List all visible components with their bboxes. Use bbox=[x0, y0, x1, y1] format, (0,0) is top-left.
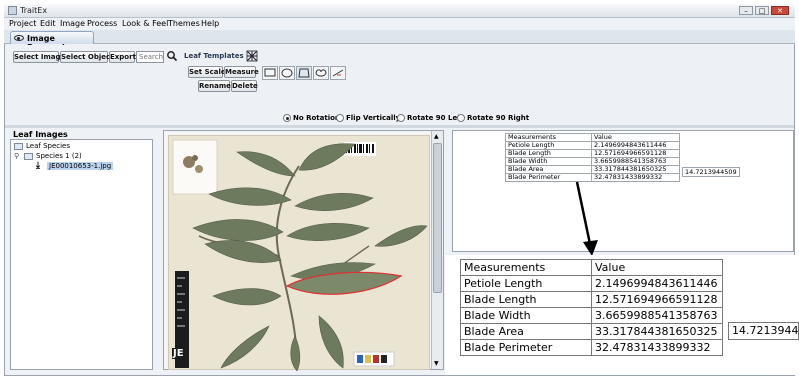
extra-value-cell-zoomed: 14.721394450 bbox=[728, 322, 799, 340]
table-cell: 33.317844381650325 bbox=[591, 323, 723, 340]
leaf-images-title: Leaf Images bbox=[13, 130, 68, 139]
radio-flip-vertically[interactable] bbox=[336, 114, 344, 122]
specimen-image[interactable] bbox=[168, 135, 430, 372]
folder-icon bbox=[14, 143, 23, 150]
app-icon bbox=[8, 6, 17, 15]
table-cell: Petiole Length bbox=[460, 275, 592, 292]
tree-expand-icon[interactable]: ⚲ bbox=[14, 152, 19, 160]
scrollbar-thumb[interactable] bbox=[433, 143, 442, 293]
select-object-button[interactable]: Select Object bbox=[60, 51, 113, 63]
scroll-down-icon[interactable]: ▼ bbox=[434, 360, 439, 367]
table-cell: 3.6659988541358763 bbox=[591, 307, 723, 324]
menu-help[interactable]: Help bbox=[201, 19, 219, 28]
leaf-icon: ⤓ bbox=[36, 161, 40, 171]
table-cell: Blade Perimeter bbox=[460, 339, 592, 356]
tree-species[interactable]: Species 1 (2) bbox=[36, 152, 82, 160]
table-cell: Blade Width bbox=[460, 307, 592, 324]
line-tool-icon[interactable] bbox=[330, 66, 346, 80]
table-header: Measurements bbox=[460, 259, 592, 276]
leaf-images-tree bbox=[10, 139, 153, 370]
radio-no-rotation-label: No Rotation bbox=[293, 114, 340, 122]
menu-edit[interactable]: Edit bbox=[40, 19, 56, 28]
table-cell: 2.1496994843611446 bbox=[591, 275, 723, 292]
template-grid-icon[interactable] bbox=[246, 50, 258, 62]
specimen-ruler-label: JE bbox=[172, 348, 185, 359]
menu-themes[interactable]: Themes bbox=[168, 19, 200, 28]
menu-bar: Project Edit Image Process Look & Feel T… bbox=[4, 18, 795, 30]
rename-button[interactable]: Rename bbox=[198, 80, 231, 92]
table-cell: Blade Length bbox=[460, 291, 592, 308]
menu-process[interactable]: Process bbox=[87, 19, 117, 28]
set-scale-button[interactable]: Set Scale bbox=[188, 66, 226, 78]
rectangle-tool-icon[interactable] bbox=[262, 66, 278, 80]
radio-rotate-90-left[interactable] bbox=[397, 114, 405, 122]
menu-image[interactable]: Image bbox=[60, 19, 85, 28]
radio-rotate-90-right-label: Rotate 90 Right bbox=[467, 114, 530, 122]
minimize-button[interactable]: – bbox=[739, 6, 753, 15]
radio-flip-vertically-label: Flip Vertically bbox=[346, 114, 401, 122]
extra-value-cell: 14.7213944509 bbox=[682, 167, 740, 177]
radio-no-rotation[interactable] bbox=[283, 114, 291, 122]
tree-root[interactable]: Leaf Species bbox=[26, 142, 70, 150]
maximize-button[interactable]: □ bbox=[755, 6, 769, 15]
radio-rotate-90-left-label: Rotate 90 Left bbox=[407, 114, 464, 122]
arrow-icon bbox=[575, 181, 598, 256]
table-cell: 12.571694966591128 bbox=[591, 291, 723, 308]
measure-button[interactable]: Measure bbox=[224, 66, 259, 78]
eye-icon bbox=[14, 35, 24, 41]
tab-image-processing[interactable]: Image Processing bbox=[10, 31, 94, 52]
table-header: Value bbox=[591, 259, 723, 276]
splitter[interactable] bbox=[5, 125, 794, 128]
measurements-table-zoomed: Measurements Value Petiole Length 2.149699… bbox=[460, 259, 723, 356]
image-scrollbar[interactable]: ▲ ▼ bbox=[431, 131, 443, 369]
radio-rotate-90-right[interactable] bbox=[457, 114, 465, 122]
delete-button[interactable]: Delete bbox=[231, 80, 258, 92]
close-button[interactable]: ✕ bbox=[771, 6, 789, 15]
polygon-tool-icon[interactable] bbox=[296, 66, 312, 80]
select-image-button[interactable]: Select Image bbox=[13, 51, 65, 63]
ellipse-tool-icon[interactable] bbox=[279, 66, 295, 80]
tree-file-selected[interactable]: JE00010653-1.jpg bbox=[47, 162, 114, 170]
table-cell: 32.47831433899332 bbox=[591, 339, 723, 356]
freehand-tool-icon[interactable] bbox=[313, 66, 329, 80]
measurements-table: Measurements Value Petiole Length 2.149699… bbox=[505, 133, 680, 182]
window-title: TraitEx bbox=[20, 6, 48, 15]
scroll-up-icon[interactable]: ▲ bbox=[434, 133, 439, 140]
menu-look-and-feel[interactable]: Look & Feel bbox=[122, 19, 168, 28]
species-folder-icon bbox=[24, 153, 33, 160]
export-button[interactable]: Export bbox=[109, 51, 136, 63]
tab-strip: Image Processing bbox=[4, 30, 795, 52]
search-icon[interactable] bbox=[166, 50, 178, 62]
title-bar: TraitEx – □ ✕ bbox=[4, 4, 795, 18]
table-cell: Blade Area bbox=[460, 323, 592, 340]
menu-project[interactable]: Project bbox=[9, 19, 36, 28]
leaf-templates-label[interactable]: Leaf Templates bbox=[184, 52, 244, 60]
search-input[interactable] bbox=[136, 51, 164, 63]
